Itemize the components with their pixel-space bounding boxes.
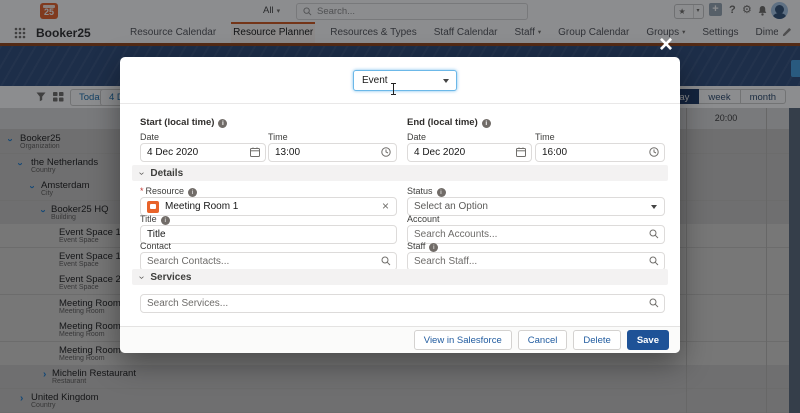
services-section-header[interactable]: › Services xyxy=(132,269,668,285)
clock-icon[interactable] xyxy=(649,147,659,160)
start-group-label: Start (local time)i xyxy=(140,117,227,128)
details-section-header[interactable]: › Details xyxy=(132,165,668,181)
end-date-input[interactable]: 4 Dec 2020 xyxy=(407,143,532,162)
remove-resource-icon[interactable]: × xyxy=(382,199,389,213)
info-icon[interactable]: i xyxy=(482,119,491,128)
resource-pill[interactable]: Meeting Room 1 × xyxy=(140,197,397,216)
search-icon xyxy=(649,256,659,269)
delete-button[interactable]: Delete xyxy=(573,330,620,350)
chevron-down-icon xyxy=(443,79,449,83)
start-time-input[interactable]: 13:00 xyxy=(268,143,397,162)
account-search-input[interactable]: Search Accounts... xyxy=(407,225,665,244)
start-time-label: Time xyxy=(268,132,288,142)
search-icon xyxy=(381,256,391,269)
chevron-down-icon xyxy=(651,205,657,209)
view-in-salesforce-button[interactable]: View in Salesforce xyxy=(414,330,512,350)
staff-label: Staffi xyxy=(407,241,438,252)
end-date-label: Date xyxy=(407,132,426,142)
text-cursor-icon xyxy=(390,83,397,95)
reservation-modal: Event Start (local time)i End (local tim… xyxy=(120,57,680,353)
chevron-down-icon: › xyxy=(136,171,147,174)
services-search-input[interactable]: Search Services... xyxy=(140,294,665,313)
title-input[interactable]: Title xyxy=(140,225,397,244)
modal-footer: View in Salesforce Cancel Delete Save xyxy=(120,326,680,353)
modal-close-icon[interactable]: × xyxy=(653,33,679,57)
info-icon[interactable]: i xyxy=(161,216,170,225)
account-label: Account xyxy=(407,214,440,224)
screen: 25 All▾ Search... ★ ▾ + ? ⚙ Booker25 Res… xyxy=(0,0,800,413)
divider xyxy=(120,103,680,104)
end-group-label: End (local time)i xyxy=(407,117,491,128)
cancel-button[interactable]: Cancel xyxy=(518,330,568,350)
resource-label: *Resourcei xyxy=(140,186,197,197)
title-label: Titlei xyxy=(140,214,170,225)
start-date-input[interactable]: 4 Dec 2020 xyxy=(140,143,266,162)
save-button[interactable]: Save xyxy=(627,330,669,350)
chevron-down-icon: › xyxy=(136,275,147,278)
contact-label: Contact xyxy=(140,241,171,251)
resource-type-icon xyxy=(147,201,159,213)
start-date-label: Date xyxy=(140,132,159,142)
search-icon xyxy=(649,229,659,242)
info-icon[interactable]: i xyxy=(429,243,438,252)
info-icon[interactable]: i xyxy=(188,188,197,197)
status-label: Statusi xyxy=(407,186,446,197)
end-time-input[interactable]: 16:00 xyxy=(535,143,665,162)
reservation-type-value: Event xyxy=(362,75,388,86)
status-select[interactable]: Select an Option xyxy=(407,197,665,216)
calendar-icon[interactable] xyxy=(516,147,526,160)
reservation-type-select[interactable]: Event xyxy=(353,70,457,91)
info-icon[interactable]: i xyxy=(218,119,227,128)
info-icon[interactable]: i xyxy=(437,188,446,197)
search-icon xyxy=(649,298,659,311)
calendar-icon[interactable] xyxy=(250,147,260,160)
end-time-label: Time xyxy=(535,132,555,142)
required-asterisk: * xyxy=(140,186,144,196)
clock-icon[interactable] xyxy=(381,147,391,160)
